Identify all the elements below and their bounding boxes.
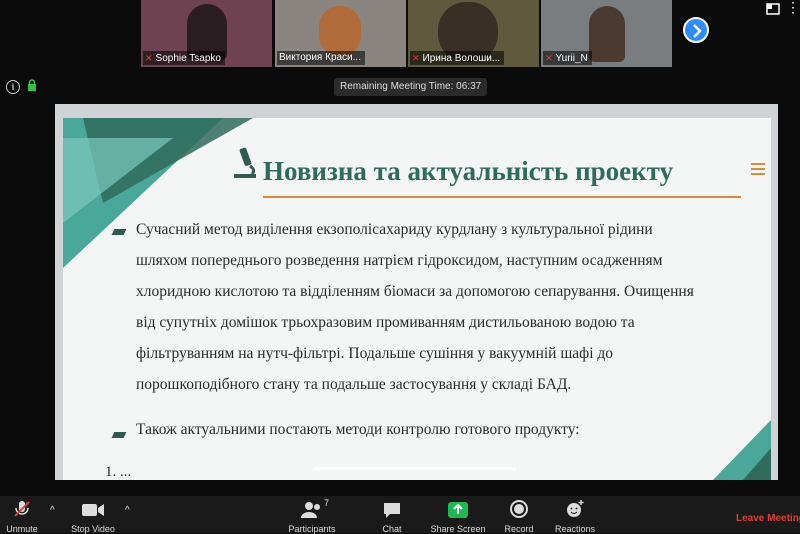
slide-list-item: 1. ...	[105, 464, 132, 480]
participants-button[interactable]: 7 Participants	[284, 496, 340, 534]
record-button[interactable]: Record	[501, 496, 537, 534]
participant-name: ✕ Yurii_N	[543, 51, 592, 65]
muted-mic-icon: ✕	[412, 53, 420, 63]
meeting-timer: Remaining Meeting Time: 06:37	[334, 78, 488, 96]
slide-paragraph: Сучасний метод виділення екзополісахарид…	[136, 214, 766, 400]
chat-icon	[384, 503, 400, 518]
participants-icon	[301, 502, 320, 518]
unmute-button[interactable]: Unmute	[0, 496, 44, 534]
presentation-slide: Новизна та актуальність проекту Сучасний…	[63, 118, 771, 480]
meeting-toolbar: Unmute ^ Stop Video ^ 7 Participants Cha…	[0, 496, 800, 534]
lock-icon[interactable]	[27, 79, 37, 97]
microscope-icon	[234, 147, 256, 178]
share-screen-button[interactable]: Share Screen	[428, 496, 488, 534]
more-options-icon[interactable]: ⋮	[786, 0, 800, 14]
audio-options-caret[interactable]: ^	[50, 505, 55, 516]
muted-mic-icon: ✕	[145, 53, 153, 63]
view-layout-icon[interactable]	[766, 2, 780, 15]
chevron-right-icon	[693, 24, 702, 38]
video-camera-icon	[82, 504, 104, 516]
emoji-icon	[567, 500, 584, 517]
participant-tile[interactable]: ✕ Sophie Tsapko	[141, 0, 272, 67]
participant-name: ✕ Sophie Tsapko	[143, 51, 225, 65]
menu-lines-icon	[751, 163, 765, 175]
scroll-indicator[interactable]	[314, 467, 516, 470]
muted-mic-icon: ✕	[545, 53, 553, 63]
participant-tile[interactable]: ✕ Yurii_N	[541, 0, 672, 67]
shared-screen: Новизна та актуальність проекту Сучасний…	[55, 104, 778, 480]
video-options-caret[interactable]: ^	[125, 505, 130, 516]
chat-button[interactable]: Chat	[374, 496, 410, 534]
paragraph-line: порошкоподібного стану та подальше засто…	[136, 376, 572, 393]
muted-mic-icon	[14, 501, 30, 517]
record-icon	[510, 500, 528, 518]
share-screen-icon	[448, 502, 468, 518]
participants-count: 7	[324, 498, 330, 508]
paragraph-line: фільтруванням на нутч-фільтрі. Подальше …	[136, 345, 614, 362]
participant-name: Виктория Краси...	[277, 51, 365, 65]
leave-meeting-button[interactable]: Leave Meeting	[736, 513, 800, 524]
slide-title: Новизна та актуальність проекту	[263, 156, 674, 186]
participant-name: ✕ Ирина Волоши...	[410, 51, 505, 65]
stop-video-button[interactable]: Stop Video	[66, 496, 120, 534]
participant-video	[319, 6, 361, 56]
title-underline	[263, 196, 741, 198]
info-icon[interactable]: i	[6, 80, 20, 94]
participant-video	[589, 6, 625, 62]
reactions-button[interactable]: Reactions	[550, 496, 600, 534]
participant-tile[interactable]: Виктория Краси...	[275, 0, 406, 67]
participant-strip: ✕ Sophie Tsapko Виктория Краси... ✕ Ирина …	[0, 0, 800, 70]
slide-bullet-text: Також актуальними постають методи контро…	[136, 421, 580, 438]
participant-tile[interactable]: ✕ Ирина Волоши...	[408, 0, 539, 67]
paragraph-line: Сучасний метод виділення екзополісахарид…	[136, 221, 653, 238]
paragraph-line: від супутніх домішок трьохразовим промив…	[136, 314, 635, 331]
paragraph-line: шляхом попереднього розведення натрієм г…	[136, 252, 663, 269]
next-page-button[interactable]	[683, 17, 709, 43]
paragraph-line: хлоридною кислотою та відділенням біомас…	[136, 283, 694, 300]
